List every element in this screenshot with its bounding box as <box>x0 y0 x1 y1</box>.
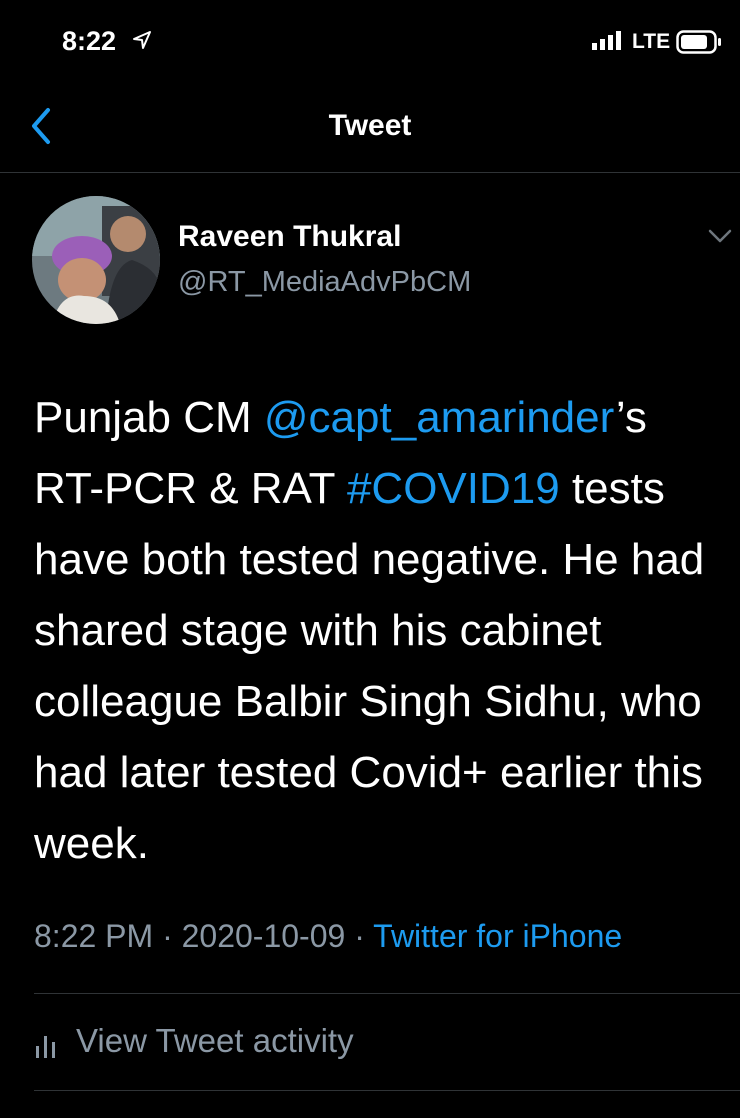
tweet-metadata: 8:22 PM · 2020-10-09 · Twitter for iPhon… <box>34 918 622 955</box>
tweet-time: 8:22 PM <box>34 918 154 954</box>
hashtag-link[interactable]: #COVID19 <box>347 464 560 513</box>
status-bar: 8:22 LTE <box>0 0 740 90</box>
tweet-date: 2020-10-09 <box>181 918 346 954</box>
meta-separator: · <box>345 918 374 954</box>
tweet-text-part: Punjab CM <box>34 393 264 442</box>
tweet-source-link[interactable]: Twitter for iPhone <box>373 918 622 954</box>
battery-icon <box>676 30 721 54</box>
bar-chart-icon <box>36 1036 55 1058</box>
chevron-down-icon[interactable] <box>706 226 734 246</box>
tweet-text: Punjab CM @capt_amarinder’s RT-PCR & RAT… <box>34 382 724 879</box>
signal-bars-icon <box>592 31 621 50</box>
author-handle[interactable]: @RT_MediaAdvPbCM <box>178 266 471 299</box>
nav-bar: Tweet <box>0 90 740 173</box>
location-arrow-icon <box>133 31 151 49</box>
profile-photo-icon <box>32 196 160 324</box>
page-title: Tweet <box>328 109 412 142</box>
divider <box>34 993 740 994</box>
status-time: 8:22 <box>62 26 117 56</box>
mention-link[interactable]: @capt_amarinder <box>264 393 616 442</box>
meta-separator: · <box>153 918 182 954</box>
network-label: LTE <box>632 30 671 53</box>
divider <box>34 1090 740 1091</box>
avatar[interactable] <box>32 196 160 324</box>
author-name[interactable]: Raveen Thukral <box>178 220 401 254</box>
tweet-text-part: tests have both tested negative. He had … <box>34 464 705 868</box>
view-tweet-activity-label: View Tweet activity <box>76 1022 354 1059</box>
